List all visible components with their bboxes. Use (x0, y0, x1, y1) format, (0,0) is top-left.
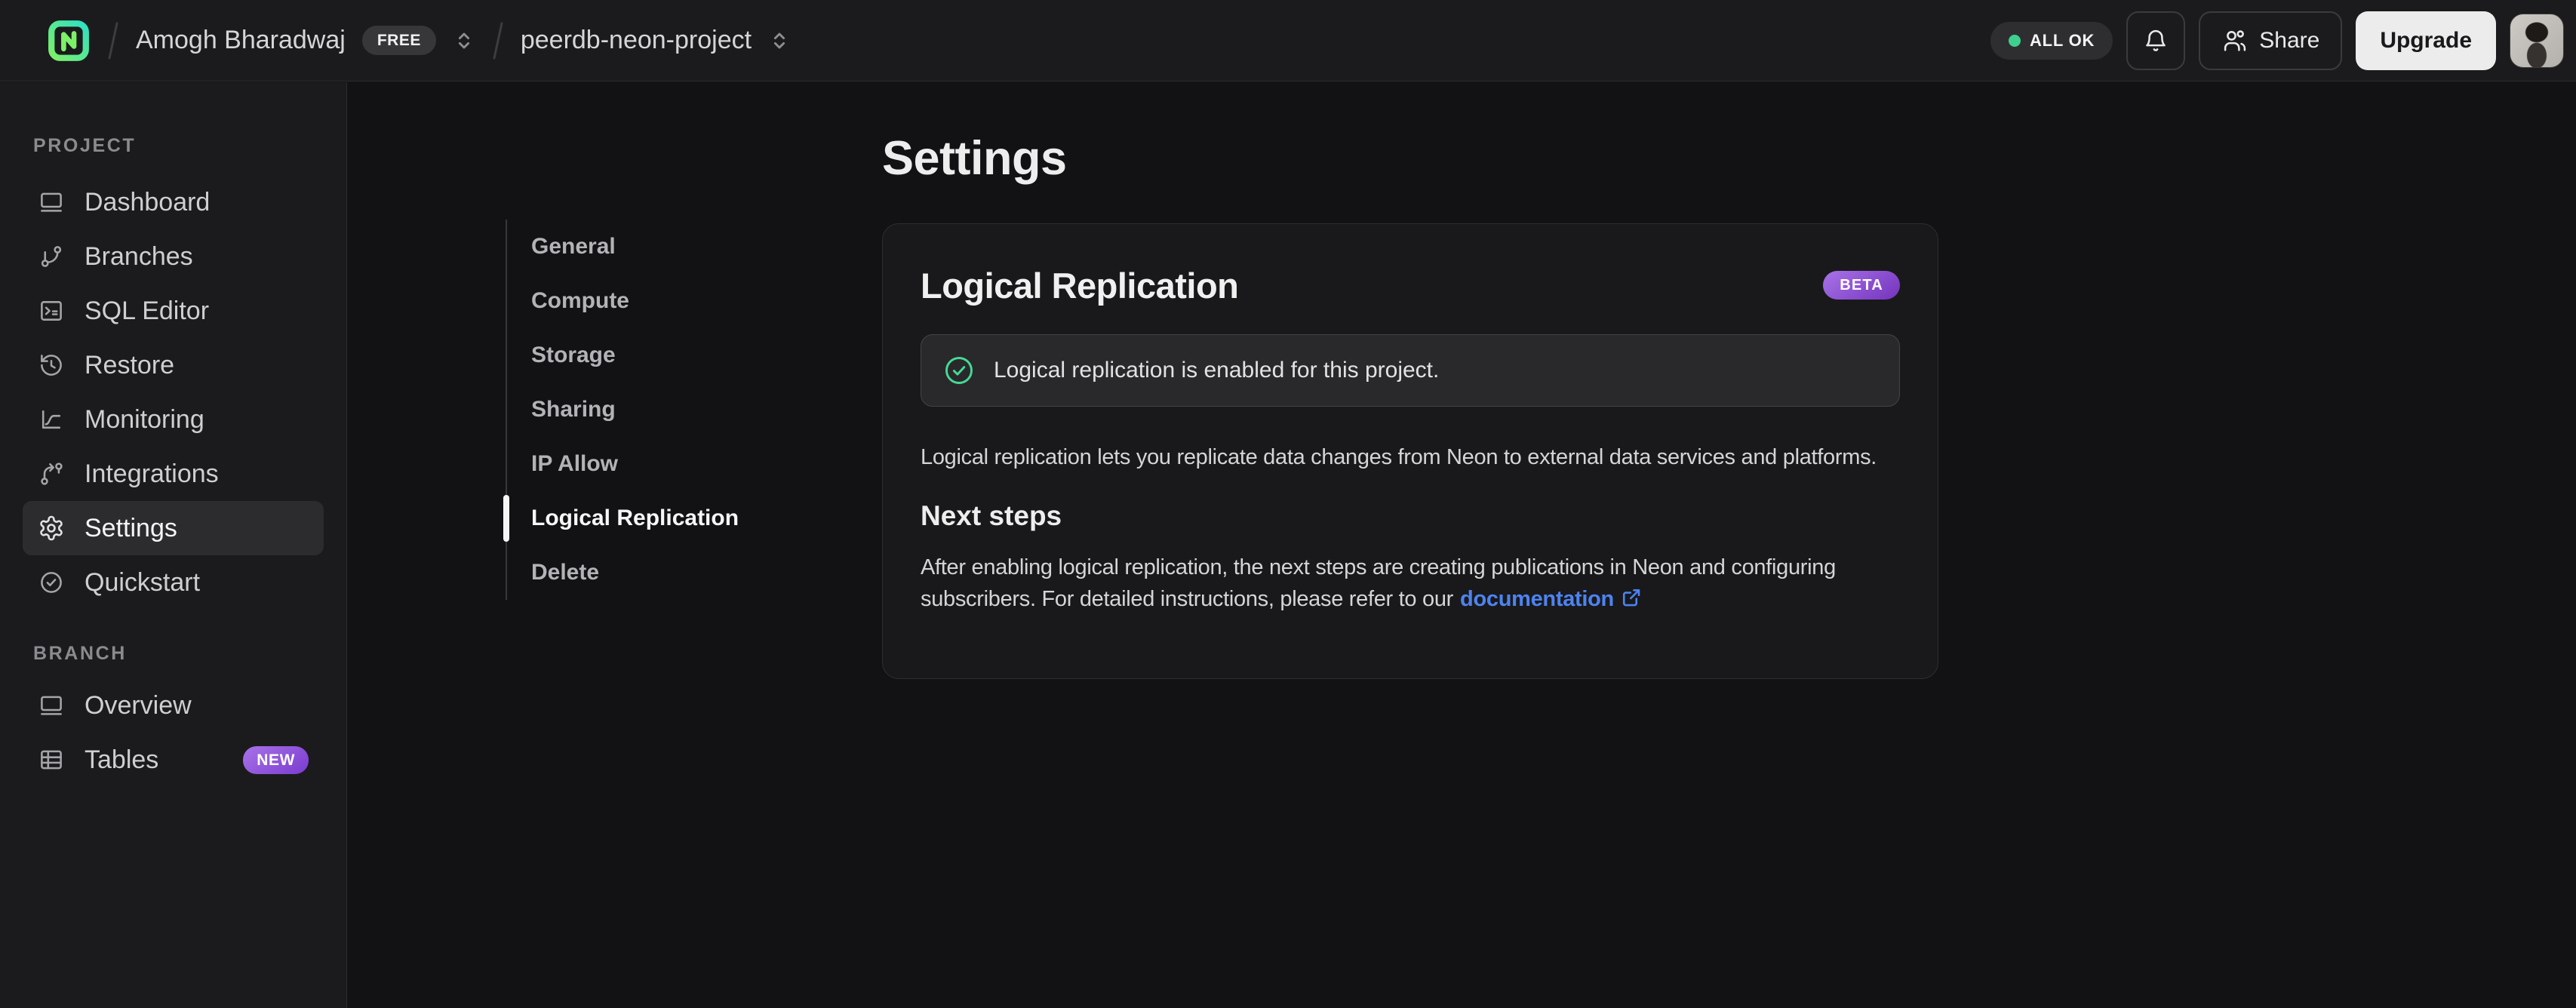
settings-nav-compute[interactable]: Compute (507, 274, 794, 328)
sidebar-item-label: Settings (85, 513, 177, 542)
card-header: Logical Replication BETA (921, 262, 1900, 309)
settings-nav-general[interactable]: General (507, 220, 794, 274)
sidebar-item-sql-editor[interactable]: SQL Editor (23, 284, 324, 338)
sidebar-item-label: Restore (85, 350, 175, 380)
sidebar-item-label: Integrations (85, 459, 219, 488)
plan-badge: FREE (361, 26, 436, 55)
next-steps-text-before-link: After enabling logical replication, the … (921, 555, 1836, 611)
sidebar-item-label: Overview (85, 690, 192, 720)
sidebar-item-branches[interactable]: Branches (23, 229, 324, 284)
sidebar-item-label: Quickstart (85, 567, 201, 597)
check-circle-icon (38, 569, 65, 596)
sidebar-item-monitoring[interactable]: Monitoring (23, 392, 324, 447)
sidebar-item-overview[interactable]: Overview (23, 678, 324, 733)
logical-replication-card: Logical Replication BETA Logical replica… (882, 223, 1938, 679)
status-text: ALL OK (2029, 30, 2095, 50)
dashboard-window-icon (38, 189, 65, 216)
neon-logo-icon[interactable] (47, 19, 91, 63)
sidebar-item-dashboard[interactable]: Dashboard (23, 175, 324, 229)
sidebar-item-label: SQL Editor (85, 296, 210, 325)
integrations-flow-icon (38, 460, 65, 487)
notifications-button[interactable] (2126, 11, 2186, 70)
replication-enabled-banner: Logical replication is enabled for this … (921, 334, 1900, 407)
sidebar-item-restore[interactable]: Restore (23, 338, 324, 392)
settings-nav-sharing[interactable]: Sharing (507, 383, 794, 437)
status-ok-dot-icon (2008, 34, 2021, 47)
next-steps-text: After enabling logical replication, the … (921, 552, 1900, 615)
topbar: Amogh Bharadwaj FREE peerdb-neon-project… (0, 0, 2576, 81)
page-title: Settings (882, 132, 1067, 185)
sidebar-item-settings[interactable]: Settings (23, 501, 324, 555)
bell-icon (2142, 27, 2169, 54)
gear-icon (38, 515, 65, 542)
share-button[interactable]: Share (2199, 11, 2343, 70)
org-name[interactable]: Amogh Bharadwaj (136, 26, 346, 55)
git-branch-icon (38, 243, 65, 270)
status-pill[interactable]: ALL OK (1990, 21, 2113, 60)
project-selector-chevrons-icon[interactable] (768, 29, 791, 52)
sidebar-item-label: Dashboard (85, 187, 211, 217)
topbar-actions: ALL OK Share Upgrade (1990, 11, 2564, 70)
settings-nav-delete[interactable]: Delete (507, 545, 794, 600)
card-title: Logical Replication (921, 265, 1239, 306)
sidebar-section-project-label: PROJECT (33, 135, 137, 156)
settings-nav-logical-replication[interactable]: Logical Replication (503, 491, 794, 545)
beta-badge: BETA (1823, 271, 1900, 300)
sidebar-item-integrations[interactable]: Integrations (23, 447, 324, 501)
chart-curve-icon (38, 406, 65, 433)
banner-text: Logical replication is enabled for this … (994, 358, 1440, 383)
project-name[interactable]: peerdb-neon-project (521, 26, 752, 55)
main-content: Settings Logical Replication BETA Logica… (882, 128, 1938, 679)
upgrade-button[interactable]: Upgrade (2356, 11, 2496, 70)
sidebar: PROJECT Dashboard Branches SQL Editor Re… (0, 82, 347, 1008)
user-avatar[interactable] (2510, 13, 2564, 68)
breadcrumb-divider (492, 21, 504, 60)
history-clock-icon (38, 352, 65, 379)
settings-nav-storage[interactable]: Storage (507, 328, 794, 383)
sidebar-item-quickstart[interactable]: Quickstart (23, 555, 324, 610)
overview-window-icon (38, 692, 65, 719)
external-link-icon[interactable] (1620, 586, 1643, 609)
terminal-icon (38, 297, 65, 324)
settings-nav-ip-allow[interactable]: IP Allow (507, 437, 794, 491)
sidebar-item-tables[interactable]: Tables NEW (23, 733, 324, 787)
success-check-circle-icon (942, 354, 976, 387)
table-icon (38, 746, 65, 773)
settings-subnav: General Compute Storage Sharing IP Allow… (503, 220, 794, 600)
sidebar-section-branch-label: BRANCH (33, 643, 127, 664)
replication-description: Logical replication lets you replicate d… (921, 445, 1877, 469)
sidebar-item-label: Monitoring (85, 404, 204, 434)
next-steps-title: Next steps (921, 500, 1062, 531)
share-label: Share (2259, 27, 2320, 53)
new-badge: NEW (243, 745, 309, 774)
sidebar-item-label: Branches (85, 241, 193, 271)
breadcrumb: Amogh Bharadwaj FREE peerdb-neon-project (47, 19, 791, 63)
sidebar-item-label: Tables (85, 745, 159, 774)
documentation-link[interactable]: documentation (1460, 587, 1614, 611)
users-icon (2221, 27, 2249, 54)
breadcrumb-divider (107, 21, 119, 60)
org-selector-chevrons-icon[interactable] (453, 29, 475, 52)
